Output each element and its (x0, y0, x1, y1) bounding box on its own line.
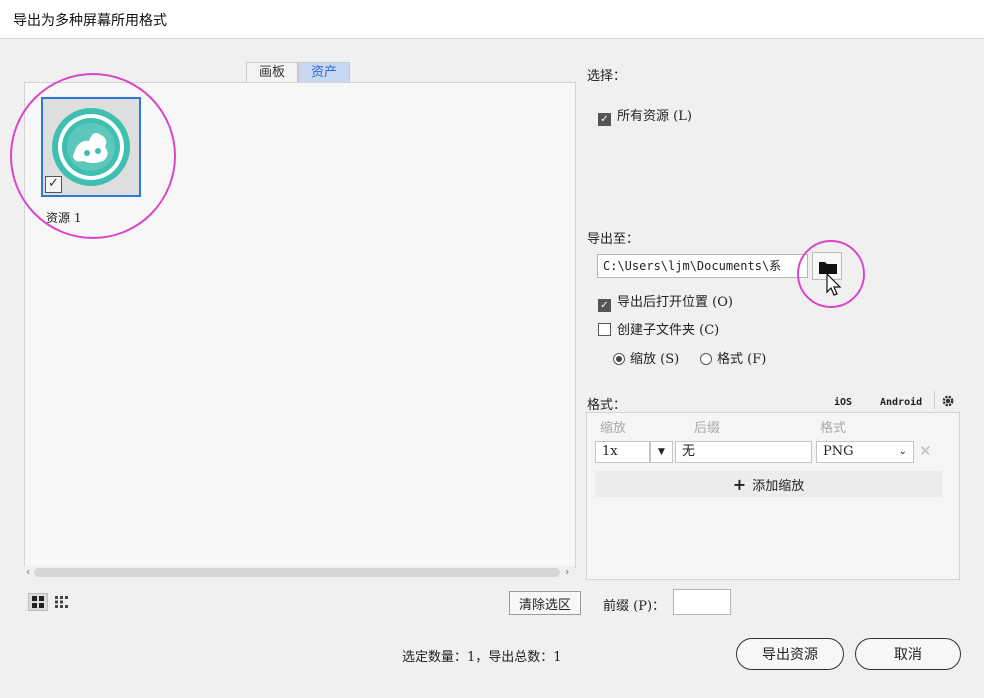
scroll-right-icon[interactable]: › (565, 565, 569, 578)
scale-radio-label: 缩放 (S) (630, 352, 680, 367)
select-section-label: 选择： (587, 69, 627, 84)
column-header-format: 格式 (820, 421, 847, 436)
divider (934, 391, 935, 409)
export-path-input[interactable]: C:\Users\ljm\Documents\系 (597, 254, 808, 278)
clear-selection-button[interactable]: 清除选区 (509, 591, 581, 615)
suffix-input[interactable]: 无 (675, 441, 812, 463)
cancel-button[interactable]: 取消 (855, 638, 961, 670)
list-view-icon[interactable] (52, 593, 72, 611)
format-select-value: PNG (823, 444, 854, 459)
export-assets-button[interactable]: 导出资源 (736, 638, 844, 670)
all-assets-label: 所有资源 (L) (617, 109, 692, 124)
scale-radio[interactable] (613, 353, 625, 365)
format-radio[interactable] (700, 353, 712, 365)
scroll-left-icon[interactable]: ‹ (26, 565, 30, 578)
all-assets-checkbox[interactable]: ✓ (598, 113, 611, 126)
open-after-export-checkbox[interactable]: ✓ (598, 299, 611, 312)
open-after-export-option[interactable]: ✓ 导出后打开位置 (O) (598, 291, 733, 312)
view-tabs: 画板 资产 (246, 62, 351, 83)
add-scale-label: 添加缩放 (752, 478, 805, 494)
annotation-circle (797, 240, 865, 308)
tab-artboards[interactable]: 画板 (246, 62, 299, 83)
remove-row-icon[interactable]: ✕ (919, 442, 932, 460)
prefix-label: 前缀 (P)： (603, 599, 666, 614)
tab-assets[interactable]: 资产 (298, 62, 351, 83)
create-subfolder-checkbox[interactable] (598, 323, 611, 336)
ios-preset-link[interactable]: iOS (834, 397, 852, 408)
format-radio-option[interactable]: 格式 (F) (700, 348, 766, 367)
chevron-down-icon: ⌄ (898, 446, 907, 457)
all-assets-option[interactable]: ✓ 所有资源 (L) (598, 105, 692, 126)
create-subfolder-label: 创建子文件夹 (C) (617, 323, 720, 338)
window-title: 导出为多种屏幕所用格式 (13, 13, 167, 29)
create-subfolder-option[interactable]: 创建子文件夹 (C) (598, 319, 719, 338)
scrollbar-thumb[interactable] (34, 568, 560, 577)
annotation-circle (10, 73, 176, 239)
add-scale-button[interactable]: + 添加缩放 (595, 471, 942, 497)
format-select[interactable]: PNG ⌄ (816, 441, 914, 463)
grid-view-icon[interactable] (28, 593, 48, 611)
column-header-suffix: 后缀 (694, 421, 721, 436)
prefix-input[interactable] (673, 589, 731, 615)
export-summary: 选定数量：1，导出总数：1 (402, 650, 562, 665)
open-after-export-label: 导出后打开位置 (O) (617, 295, 733, 310)
gear-icon[interactable] (941, 394, 955, 408)
formats-label: 格式： (587, 398, 627, 413)
scale-input[interactable]: 1x (595, 441, 650, 463)
scale-radio-option[interactable]: 缩放 (S) (613, 348, 679, 367)
export-to-label: 导出至： (587, 232, 640, 247)
scale-dropdown-icon[interactable]: ▼ (650, 441, 673, 463)
android-preset-link[interactable]: Android (880, 397, 922, 408)
plus-icon: + (732, 474, 747, 494)
format-radio-label: 格式 (F) (717, 352, 767, 367)
column-header-scale: 缩放 (600, 421, 627, 436)
